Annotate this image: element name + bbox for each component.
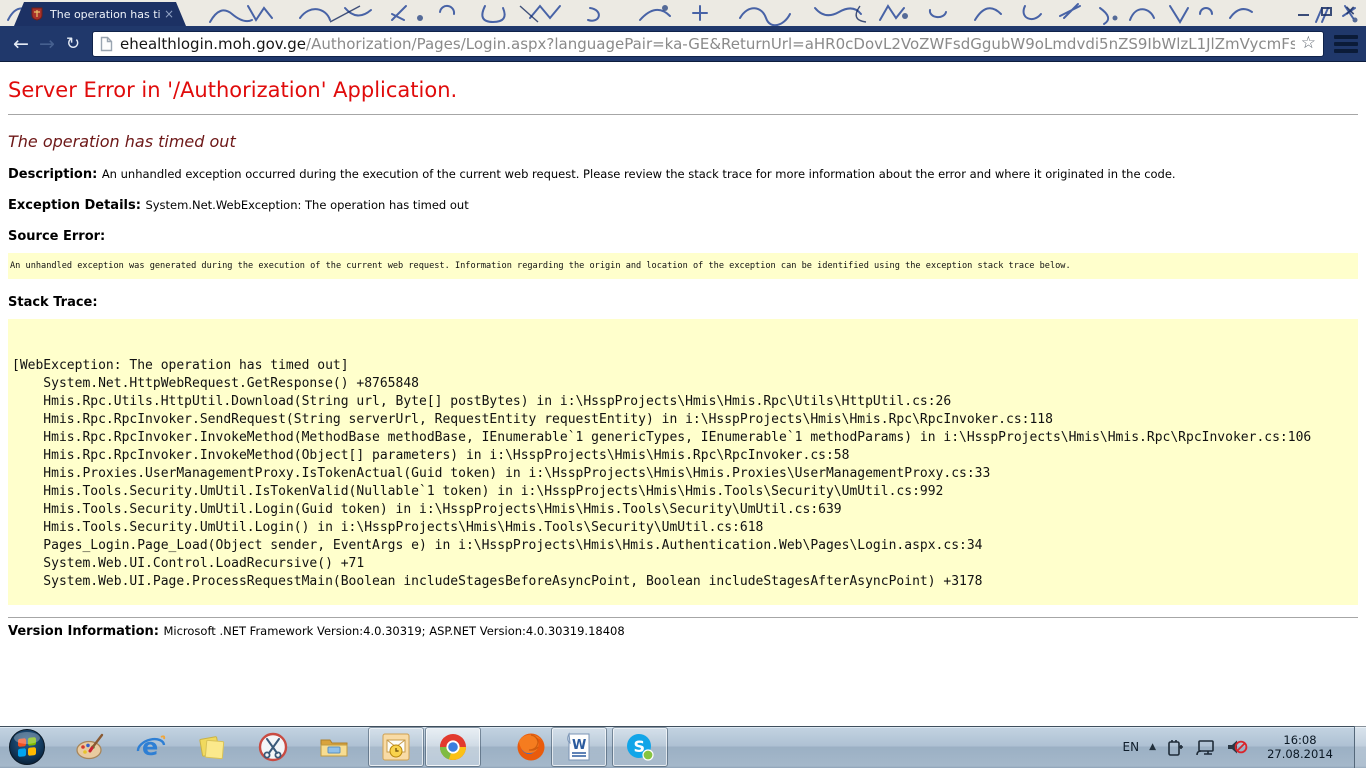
taskbar: e xyxy=(0,726,1366,768)
url-path: /Authorization/Pages/Login.aspx?language… xyxy=(306,35,1295,53)
internet-explorer-icon: e xyxy=(135,732,167,762)
show-hidden-icons-button[interactable]: ▲ xyxy=(1149,742,1156,752)
paint-icon xyxy=(75,732,105,762)
volume-muted-icon[interactable] xyxy=(1226,738,1248,757)
taskbar-item-firefox[interactable] xyxy=(511,731,551,763)
taskbar-item-snipping-tool[interactable] xyxy=(253,731,293,763)
taskbar-item-skype[interactable]: S xyxy=(613,728,667,766)
source-error-text: An unhandled exception was generated dur… xyxy=(10,261,1071,271)
taskbar-item-sticky-notes[interactable] xyxy=(192,732,232,762)
description-text: An unhandled exception occurred during t… xyxy=(102,167,1176,181)
theme-artwork xyxy=(0,0,1366,26)
chrome-icon xyxy=(438,732,468,762)
svg-text:e: e xyxy=(142,733,158,761)
network-icon[interactable] xyxy=(1195,738,1216,757)
window-close-button[interactable]: × xyxy=(1344,4,1356,18)
window-controls: × xyxy=(1298,3,1356,19)
taskbar-item-windows-explorer[interactable] xyxy=(314,733,354,761)
tab-title: The operation has timed o xyxy=(50,8,160,21)
exception-text: System.Net.WebException: The operation h… xyxy=(145,198,468,212)
source-error-label: Source Error: xyxy=(8,229,105,244)
sticky-notes-icon xyxy=(197,732,227,762)
version-text: Microsoft .NET Framework Version:4.0.303… xyxy=(163,624,624,638)
taskbar-item-paint[interactable] xyxy=(70,732,110,762)
taskbar-item-internet-explorer[interactable]: e xyxy=(131,732,171,762)
description-label: Description: xyxy=(8,167,102,182)
folder-icon xyxy=(318,733,350,761)
divider xyxy=(8,617,1358,618)
back-button[interactable]: ← xyxy=(8,31,34,57)
bookmark-star-icon[interactable]: ☆ xyxy=(1301,35,1316,52)
taskbar-item-outlook[interactable] xyxy=(369,728,423,766)
url-domain: ehealthlogin.moh.gov.ge xyxy=(120,35,306,53)
divider xyxy=(8,114,1358,115)
taskbar-item-chrome[interactable] xyxy=(426,728,480,766)
version-row: Version Information: Microsoft .NET Fram… xyxy=(8,624,1358,639)
show-desktop-button[interactable] xyxy=(1354,726,1366,768)
svg-text:W: W xyxy=(572,738,586,753)
page-icon xyxy=(100,36,113,52)
word-icon: W xyxy=(565,732,593,762)
outlook-icon xyxy=(381,732,411,762)
stack-trace-row: Stack Trace: xyxy=(8,295,1358,310)
language-indicator[interactable]: EN xyxy=(1123,740,1140,754)
snipping-tool-icon xyxy=(257,731,289,763)
windows-orb-icon xyxy=(8,728,46,766)
stack-trace-label: Stack Trace: xyxy=(8,295,98,310)
error-subtitle: The operation has timed out xyxy=(8,132,1358,151)
stack-trace-text: [WebException: The operation has timed o… xyxy=(12,321,1354,591)
system-tray: EN ▲ 16:08 27.08.2014 xyxy=(1123,726,1366,768)
minimize-button[interactable] xyxy=(1298,7,1309,16)
start-button[interactable] xyxy=(5,726,49,768)
safely-remove-hardware-icon[interactable] xyxy=(1166,738,1185,757)
taskbar-item-word[interactable]: W xyxy=(552,728,606,766)
source-error-box: An unhandled exception was generated dur… xyxy=(8,253,1358,279)
tab-close-icon[interactable]: × xyxy=(164,8,174,20)
restore-button[interactable] xyxy=(1321,7,1332,16)
page-title: Server Error in '/Authorization' Applica… xyxy=(8,78,1358,102)
forward-button[interactable]: → xyxy=(34,31,60,57)
stack-trace-box: [WebException: The operation has timed o… xyxy=(8,319,1358,605)
desktop-screen: × The operation has timed o × ← → ↻ ehea… xyxy=(0,0,1366,768)
clock-date: 27.08.2014 xyxy=(1258,747,1342,761)
skype-icon: S xyxy=(625,732,655,762)
browser-tab[interactable]: The operation has timed o × xyxy=(14,2,186,26)
chrome-menu-button[interactable] xyxy=(1334,35,1358,53)
url-bar[interactable]: ehealthlogin.moh.gov.ge/Authorization/Pa… xyxy=(92,31,1324,57)
description-row: Description: An unhandled exception occu… xyxy=(8,167,1358,182)
error-page: Server Error in '/Authorization' Applica… xyxy=(0,63,1366,726)
version-label: Version Information: xyxy=(8,624,163,639)
browser-toolbar: ← → ↻ ehealthlogin.moh.gov.ge/Authorizat… xyxy=(0,26,1366,62)
clock-time: 16:08 xyxy=(1258,733,1342,747)
site-favicon-icon xyxy=(30,7,44,21)
firefox-icon xyxy=(515,731,547,763)
url-text: ehealthlogin.moh.gov.ge/Authorization/Pa… xyxy=(120,35,1295,53)
tab-strip: × The operation has timed o × xyxy=(0,0,1366,26)
source-error-row: Source Error: xyxy=(8,229,1358,244)
exception-label: Exception Details: xyxy=(8,198,145,213)
taskbar-clock[interactable]: 16:08 27.08.2014 xyxy=(1258,733,1342,761)
exception-row: Exception Details: System.Net.WebExcepti… xyxy=(8,198,1358,213)
reload-button[interactable]: ↻ xyxy=(60,31,86,57)
